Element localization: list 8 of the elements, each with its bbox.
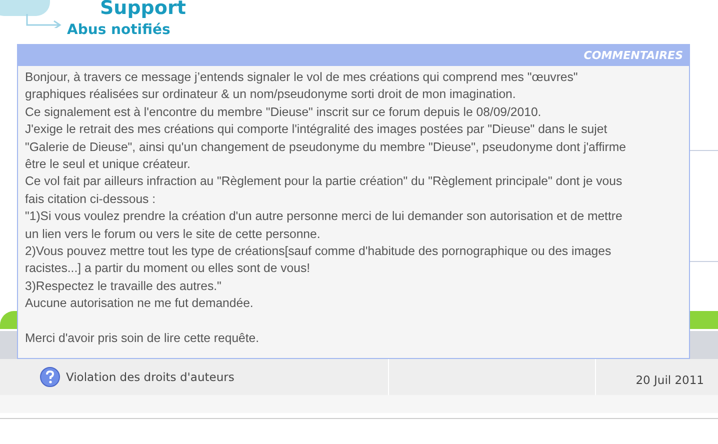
tooltip-title: COMMENTAIRES (584, 49, 683, 62)
page-title: Abus notifiés (67, 22, 170, 38)
help-icon (40, 367, 60, 387)
report-date: 20 Juil 2011 (636, 372, 704, 387)
arrow-icon (25, 14, 63, 28)
report-title[interactable]: Violation des droits d'auteurs (66, 370, 234, 384)
section-title: Support (100, 0, 186, 19)
comment-text: Bonjour, à travers ce message j’entends signaler le vol de mes créations qui comprend mes "œuvres" graphiques réalisées sur ordinateur & un nom/pseudonyme sorti droit de mon imagination. Ce signalement est à l'encontre du membre "Dieuse" inscrit sur ce forum depuis le 08/09/2010. J'exige le retrait des mes créations qui comporte l'intégralité des images postées par "Dieuse" dans le sujet "Galerie de Dieuse", ainsi qu'un changement de pseudonyme du membre "Dieuse", pseudonyme dont j'affirme être le seul et unique créateur. Ce vol fait par ailleurs infraction au "Règlement pour la partie création" du "Règlement principale" dont je vous fais citation ci-dessous : "1)Si vous voulez prendre la création d'un autre personne merci de lui demander son autorisation et de mettre un lien vers le forum ou vers le site de cette personne. 2)Vous pouvez mettre tout les type de créations[sauf comme d'habitude des pornographique ou des images racistes...] a partir du moment ou elles sont de vous! 3)Respectez le travaille des autres." Aucune autorisation ne me fut demandée. Merci d'avoir pris soin de lire cette requête. (24, 69, 627, 348)
